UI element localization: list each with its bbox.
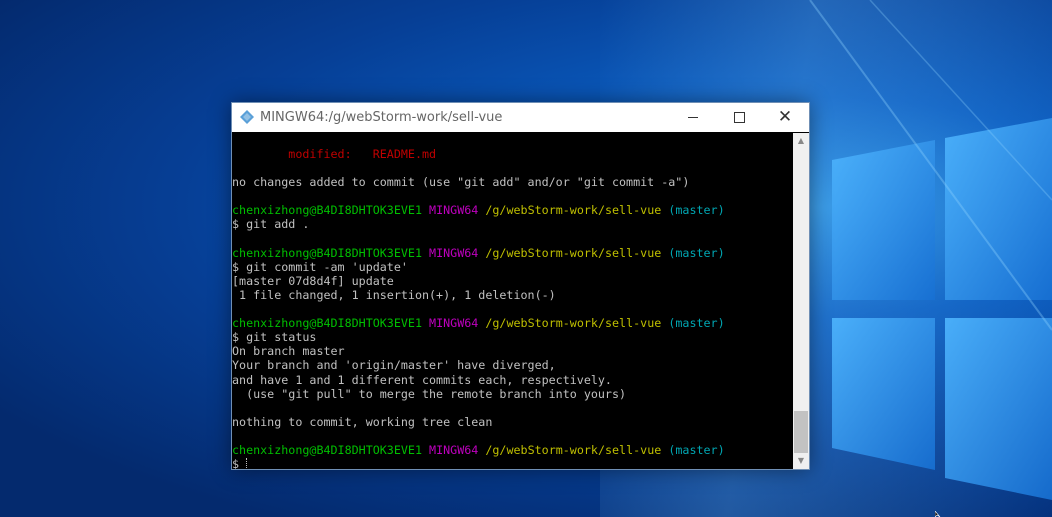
terminal-line: 1 file changed, 1 insertion(+), 1 deleti… (232, 288, 793, 302)
terminal-line: $ (232, 457, 793, 469)
text-cursor (246, 458, 248, 469)
maximize-button[interactable] (716, 103, 762, 132)
terminal-text: /g/webStorm-work/sell-vue (485, 245, 662, 260)
terminal-line: nothing to commit, working tree clean (232, 415, 793, 429)
terminal-text: (master) (668, 245, 725, 260)
terminal-text: $ git commit -am 'update' (232, 259, 408, 274)
minimize-icon (688, 117, 698, 118)
terminal-text: chenxizhong@B4DI8DHTOK3EVE1 (232, 203, 422, 218)
close-button[interactable]: ✕ (762, 103, 808, 132)
terminal-line: (use "git pull" to merge the remote bran… (232, 387, 793, 401)
terminal-text: /g/webStorm-work/sell-vue (485, 203, 662, 218)
terminal-line: chenxizhong@B4DI8DHTOK3EVE1 MINGW64 /g/w… (232, 246, 793, 260)
terminal-text: $ git add . (232, 217, 310, 232)
maximize-icon (733, 112, 745, 123)
terminal-text: chenxizhong@B4DI8DHTOK3EVE1 (232, 245, 422, 260)
scroll-down-arrow-icon[interactable]: ▼ (793, 453, 809, 469)
terminal-text: chenxizhong@B4DI8DHTOK3EVE1 (232, 316, 422, 331)
terminal-text: $ git status (232, 330, 317, 345)
terminal-text: (use "git pull" to merge the remote bran… (232, 386, 627, 401)
git-bash-icon (240, 110, 254, 124)
close-icon: ✕ (777, 107, 793, 127)
terminal-text: MINGW64 (429, 442, 479, 457)
terminal-text: modified: README.md (288, 147, 437, 161)
terminal-line: and have 1 and 1 different commits each,… (232, 373, 793, 387)
terminal-text: /g/webStorm-work/sell-vue (485, 442, 662, 457)
scroll-up-arrow-icon[interactable]: ▲ (793, 133, 809, 149)
terminal-window[interactable]: MINGW64:/g/webStorm-work/sell-vue ✕ modi… (231, 102, 810, 470)
scrollbar-thumb[interactable] (794, 411, 808, 453)
mouse-pointer-icon (935, 511, 941, 517)
terminal-text: [master 07d8d4f] update (232, 273, 394, 288)
terminal-line: chenxizhong@B4DI8DHTOK3EVE1 MINGW64 /g/w… (232, 443, 793, 457)
terminal-text: MINGW64 (429, 245, 479, 260)
terminal-line: On branch master (232, 344, 793, 358)
terminal-line: chenxizhong@B4DI8DHTOK3EVE1 MINGW64 /g/w… (232, 316, 793, 330)
terminal-text: 1 file changed, 1 insertion(+), 1 deleti… (232, 287, 556, 302)
terminal-line: $ git add . (232, 217, 793, 231)
terminal-text: (master) (668, 442, 725, 457)
terminal-line: chenxizhong@B4DI8DHTOK3EVE1 MINGW64 /g/w… (232, 203, 793, 217)
terminal-text: /g/webStorm-work/sell-vue (485, 316, 662, 331)
window-title: MINGW64:/g/webStorm-work/sell-vue (260, 110, 503, 125)
terminal-text: Your branch and 'origin/master' have div… (232, 358, 556, 373)
terminal-text: MINGW64 (429, 316, 479, 331)
terminal-text: and have 1 and 1 different commits each,… (232, 372, 612, 387)
terminal-text: chenxizhong@B4DI8DHTOK3EVE1 (232, 442, 422, 457)
terminal-text: MINGW64 (429, 203, 479, 218)
terminal-line: Your branch and 'origin/master' have div… (232, 358, 793, 372)
minimize-button[interactable] (670, 103, 716, 132)
terminal-line: modified: README.md (232, 147, 793, 161)
terminal-line: [master 07d8d4f] update (232, 274, 793, 288)
terminal-line: $ git status (232, 330, 793, 344)
terminal-text: On branch master (232, 344, 345, 359)
terminal-text: (master) (668, 316, 725, 331)
title-bar[interactable]: MINGW64:/g/webStorm-work/sell-vue ✕ (232, 103, 809, 132)
terminal-text: nothing to commit, working tree clean (232, 414, 493, 429)
terminal-text: (master) (668, 203, 725, 218)
terminal-output[interactable]: modified: README.md no changes added to c… (232, 133, 793, 469)
terminal-text: no changes added to commit (use "git add… (232, 175, 690, 190)
vertical-scrollbar[interactable]: ▲ ▼ (793, 133, 809, 469)
terminal-line: $ git commit -am 'update' (232, 260, 793, 274)
terminal-text: $ (232, 457, 247, 469)
terminal-line: no changes added to commit (use "git add… (232, 175, 793, 189)
